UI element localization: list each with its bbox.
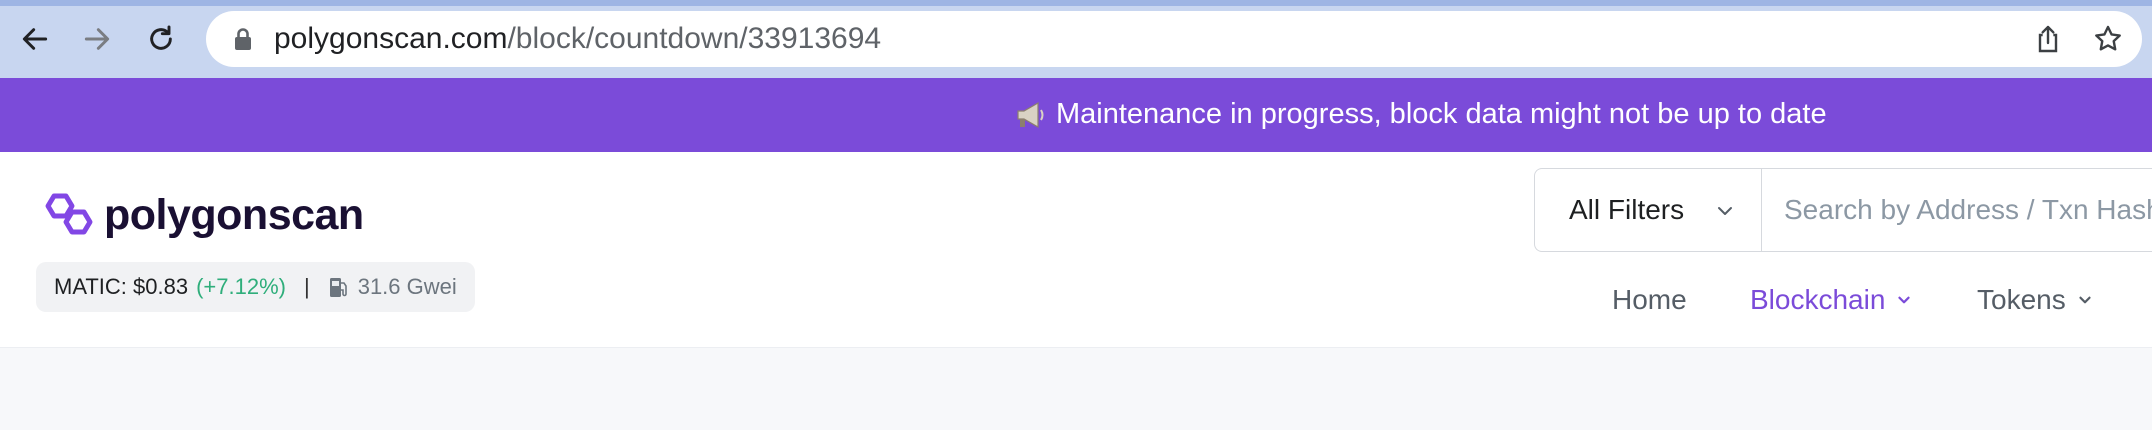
reload-button[interactable] xyxy=(140,18,182,60)
chevron-down-icon xyxy=(2079,296,2091,304)
share-icon[interactable] xyxy=(2032,23,2064,55)
gas-pump-icon xyxy=(329,278,347,297)
star-icon[interactable] xyxy=(2092,23,2124,55)
polygon-logo-icon xyxy=(45,193,93,235)
nav-blockchain[interactable]: Blockchain xyxy=(1750,284,1913,316)
search-filter-select[interactable]: All Filters xyxy=(1534,168,1762,252)
nav-home[interactable]: Home xyxy=(1612,284,1687,316)
site-header: polygonscan MATIC: $0.83 (+7.12%) | 31.6… xyxy=(0,152,2152,348)
nav-tokens[interactable]: Tokens xyxy=(1977,284,2094,316)
url-text[interactable]: polygonscan.com/block/countdown/33913694 xyxy=(274,24,881,54)
megaphone-icon xyxy=(1017,101,1044,128)
maintenance-banner: Maintenance in progress, block data migh… xyxy=(0,78,2152,152)
search-input[interactable] xyxy=(1762,169,2152,251)
price-change: (+7.12%) xyxy=(196,274,286,299)
search-box[interactable] xyxy=(1761,168,2152,252)
matic-price[interactable]: MATIC: $0.83 xyxy=(54,274,188,300)
nav-tokens-label: Tokens xyxy=(1977,284,2066,315)
banner-text: Maintenance in progress, block data migh… xyxy=(1056,98,1827,130)
site-logo[interactable]: polygonscan xyxy=(44,190,364,240)
price-ticker: MATIC: $0.83 (+7.12%) | 31.6 Gwei xyxy=(36,262,475,312)
logo-text: polygonscan xyxy=(104,190,364,239)
tab-strip-edge xyxy=(0,0,2152,6)
browser-toolbar: polygonscan.com/block/countdown/33913694 xyxy=(0,0,2152,78)
reload-icon xyxy=(150,25,172,50)
arrow-left-icon xyxy=(22,28,48,50)
url-domain: polygonscan.com xyxy=(274,22,508,55)
page-content xyxy=(0,348,2152,430)
nav-blockchain-label: Blockchain xyxy=(1750,284,1886,315)
url-path: /block/countdown/33913694 xyxy=(507,22,882,55)
gas-price[interactable]: 31.6 Gwei xyxy=(358,274,457,300)
ticker-separator: | xyxy=(303,274,310,299)
forward-button[interactable] xyxy=(76,18,118,60)
back-button[interactable] xyxy=(14,18,56,60)
arrow-right-icon xyxy=(84,28,110,50)
address-bar[interactable]: polygonscan.com/block/countdown/33913694 xyxy=(206,11,2142,67)
filter-label: All Filters xyxy=(1569,194,1685,225)
chevron-down-icon xyxy=(1718,207,1732,215)
chevron-down-icon xyxy=(1898,296,1911,304)
lock-icon xyxy=(235,28,251,50)
nav-home-label: Home xyxy=(1612,284,1687,315)
